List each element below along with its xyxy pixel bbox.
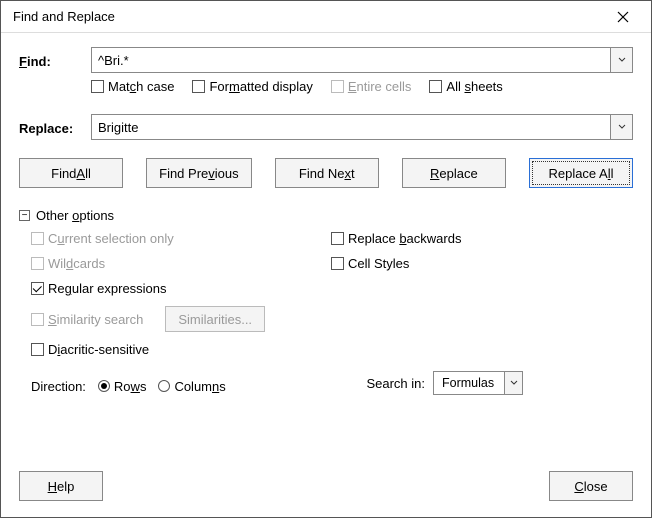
close-icon xyxy=(617,11,629,23)
similarity-search-checkbox: Similarity search xyxy=(31,312,143,327)
find-label: Find: xyxy=(19,52,91,69)
replace-dropdown-button[interactable] xyxy=(610,115,632,139)
find-replace-dialog: Find and Replace Find: Match case Format… xyxy=(0,0,652,518)
similarities-button: Similarities... xyxy=(165,306,265,332)
wildcards-checkbox: Wildcards xyxy=(31,256,331,271)
replace-all-button[interactable]: Replace All xyxy=(529,158,633,188)
collapse-icon: − xyxy=(19,210,30,221)
replace-combo[interactable] xyxy=(91,114,633,140)
titlebar: Find and Replace xyxy=(1,1,651,33)
window-close-button[interactable] xyxy=(603,2,643,32)
find-combo[interactable] xyxy=(91,47,633,73)
find-dropdown-button[interactable] xyxy=(610,48,632,72)
find-all-button[interactable]: Find All xyxy=(19,158,123,188)
diacritic-checkbox[interactable]: Diacritic-sensitive xyxy=(31,342,331,357)
window-title: Find and Replace xyxy=(13,9,115,24)
direction-columns-radio[interactable]: Columns xyxy=(158,379,225,394)
match-case-checkbox[interactable]: Match case xyxy=(91,79,174,94)
chevron-down-icon xyxy=(618,57,626,63)
search-in-label: Search in: xyxy=(366,376,425,391)
replace-backwards-checkbox[interactable]: Replace backwards xyxy=(331,231,633,246)
direction-rows-radio[interactable]: Rows xyxy=(98,379,147,394)
current-selection-checkbox: Current selection only xyxy=(31,231,331,246)
chevron-down-icon xyxy=(510,380,518,386)
replace-input[interactable] xyxy=(92,115,610,139)
cell-styles-checkbox[interactable]: Cell Styles xyxy=(331,256,633,271)
find-previous-button[interactable]: Find Previous xyxy=(146,158,252,188)
entire-cells-checkbox: Entire cells xyxy=(331,79,412,94)
replace-label: Replace: xyxy=(19,119,91,136)
other-options-header[interactable]: − Other options xyxy=(19,208,633,223)
chevron-down-icon xyxy=(618,124,626,130)
find-next-button[interactable]: Find Next xyxy=(275,158,379,188)
all-sheets-checkbox[interactable]: All sheets xyxy=(429,79,502,94)
close-button[interactable]: Close xyxy=(549,471,633,501)
formatted-display-checkbox[interactable]: Formatted display xyxy=(192,79,312,94)
help-button[interactable]: Help xyxy=(19,471,103,501)
search-in-dropdown-button[interactable] xyxy=(504,372,522,394)
direction-label: Direction: xyxy=(31,379,86,394)
regex-checkbox[interactable]: Regular expressions xyxy=(31,281,331,296)
find-input[interactable] xyxy=(92,48,610,72)
search-in-select[interactable]: Formulas xyxy=(433,371,523,395)
replace-button[interactable]: Replace xyxy=(402,158,506,188)
